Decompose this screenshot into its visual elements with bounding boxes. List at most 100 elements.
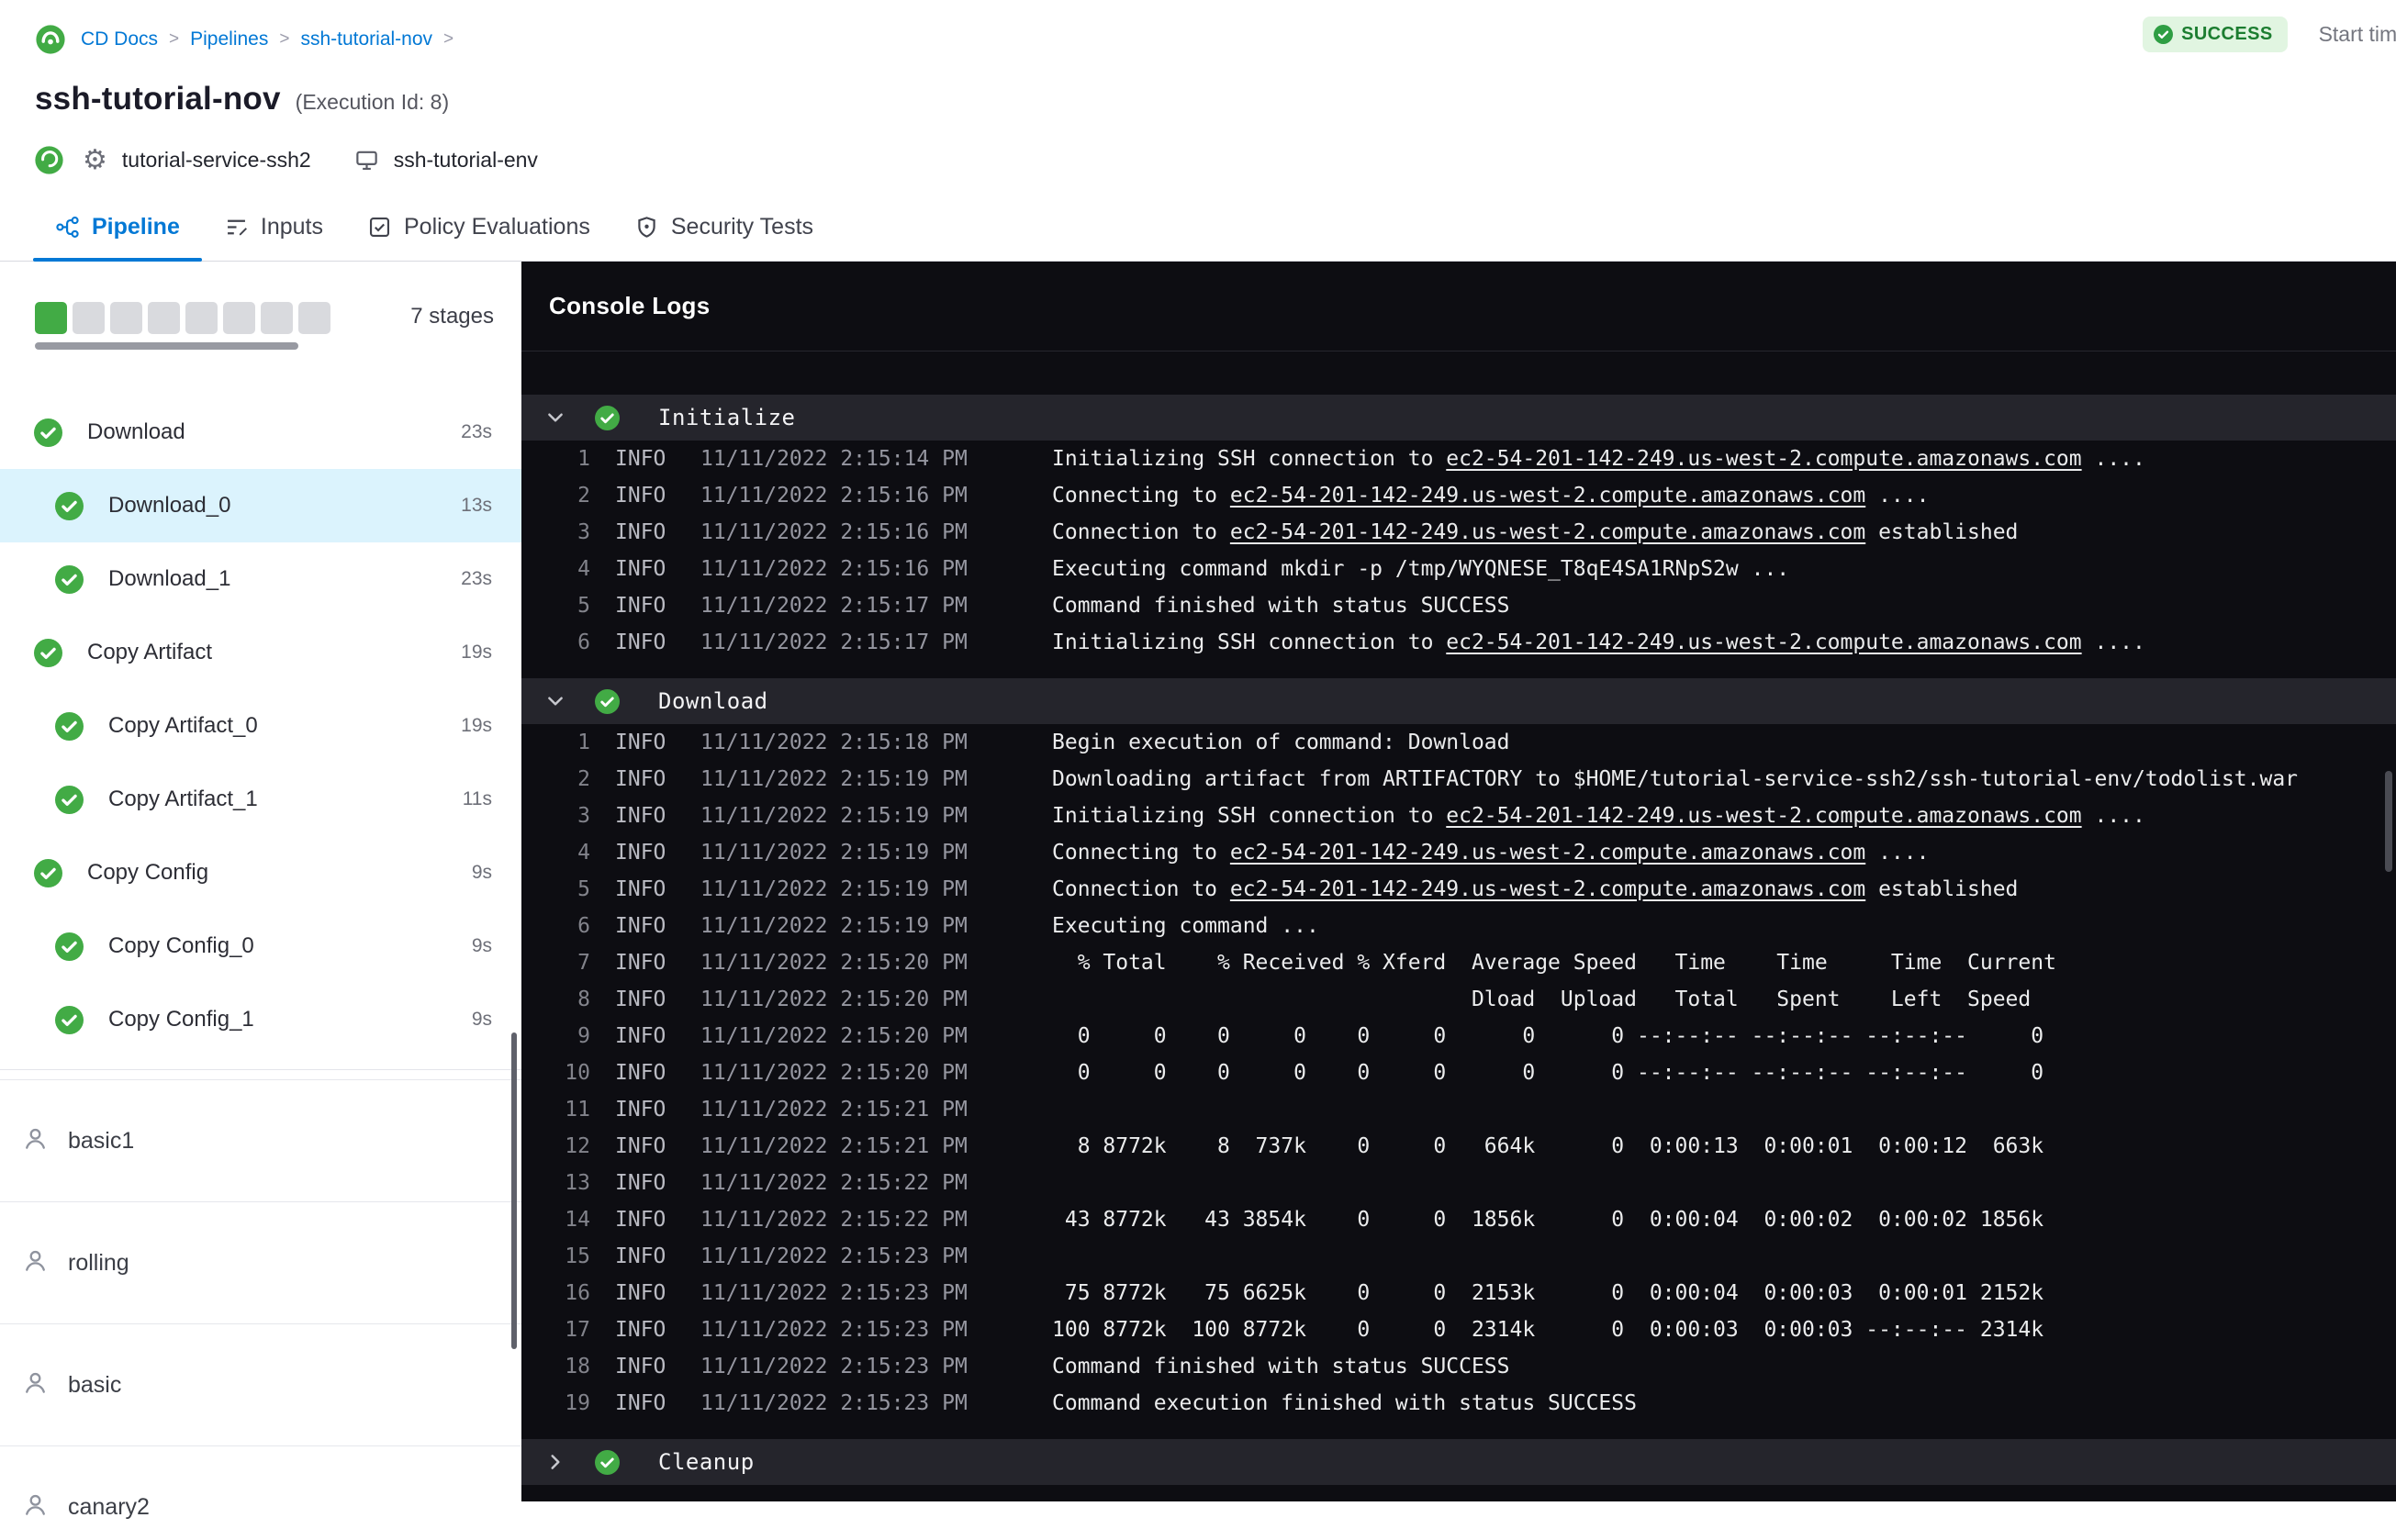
stage-item-download[interactable]: Download 23s xyxy=(0,396,521,469)
success-check-icon xyxy=(565,405,620,430)
log-link[interactable]: ec2-54-201-142-249.us-west-2.compute.ama… xyxy=(1446,804,2081,828)
log-line: 8 INFO 11/11/2022 2:15:20 PM Dload Upload … xyxy=(521,981,2396,1018)
log-line: 6 INFO 11/11/2022 2:15:17 PM Initializing S… xyxy=(521,624,2396,661)
log-line-number: 1 xyxy=(577,447,590,471)
log-level: INFO xyxy=(615,767,666,791)
log-section-header-cleanup[interactable]: Cleanup xyxy=(521,1439,2396,1485)
log-message: Initializing SSH connection to ec2-54-20… xyxy=(1052,631,2145,654)
log-line: 19 INFO 11/11/2022 2:15:23 PM Command execu… xyxy=(521,1385,2396,1422)
log-level: INFO xyxy=(615,1281,666,1305)
log-line: 13 INFO 11/11/2022 2:15:22 PM xyxy=(521,1165,2396,1201)
log-level: INFO xyxy=(615,877,666,901)
chevron-right-icon[interactable] xyxy=(545,1452,565,1472)
success-check-icon xyxy=(565,688,620,714)
stage-item-rolling[interactable]: rolling xyxy=(0,1201,521,1323)
log-link[interactable]: ec2-54-201-142-249.us-west-2.compute.ama… xyxy=(1230,484,1865,508)
log-link[interactable]: ec2-54-201-142-249.us-west-2.compute.ama… xyxy=(1446,447,2081,471)
chevron-down-icon[interactable] xyxy=(545,407,565,428)
log-message: Initializing SSH connection to ec2-54-20… xyxy=(1052,447,2145,471)
stage-item-download-1[interactable]: Download_1 23s xyxy=(0,542,521,616)
success-check-icon xyxy=(34,638,62,667)
stage-item-copy-config-1[interactable]: Copy Config_1 9s xyxy=(0,983,521,1056)
tab-pipeline[interactable]: Pipeline xyxy=(33,214,202,262)
stage-label: Download_0 xyxy=(108,493,231,518)
stage-item-canary2[interactable]: canary2 xyxy=(0,1445,521,1540)
stage-duration: 19s xyxy=(461,642,492,663)
stage-label: basic xyxy=(68,1371,122,1398)
log-link[interactable]: ec2-54-201-142-249.us-west-2.compute.ama… xyxy=(1446,631,2081,654)
log-timestamp: 11/11/2022 2:15:20 PM xyxy=(700,1061,968,1085)
log-link[interactable]: ec2-54-201-142-249.us-west-2.compute.ama… xyxy=(1230,520,1865,544)
chevron-down-icon[interactable] xyxy=(545,691,565,711)
stage-duration: 11s xyxy=(462,788,492,809)
log-timestamp: 11/11/2022 2:15:20 PM xyxy=(700,988,968,1011)
stage-item-copy-artifact[interactable]: Copy Artifact 19s xyxy=(0,616,521,689)
stage-item-download-0[interactable]: Download_0 13s xyxy=(0,469,521,542)
stage-progress-segment[interactable] xyxy=(110,302,142,334)
log-line-number: 16 xyxy=(565,1281,590,1305)
stage-progress-segment[interactable] xyxy=(73,302,105,334)
log-line: 6 INFO 11/11/2022 2:15:19 PM Executing comm… xyxy=(521,908,2396,944)
stage-type-icon xyxy=(22,1369,49,1401)
log-line: 2 INFO 11/11/2022 2:15:19 PM Downloading ar… xyxy=(521,761,2396,798)
gear-icon[interactable]: ⚙ xyxy=(83,146,107,174)
stage-progress-segment[interactable] xyxy=(185,302,218,334)
tab-label: Pipeline xyxy=(92,214,180,240)
success-check-icon xyxy=(34,418,62,447)
log-line: 4 INFO 11/11/2022 2:15:19 PM Connecting to … xyxy=(521,834,2396,871)
log-line-number: 18 xyxy=(565,1355,590,1378)
stage-item-copy-artifact-0[interactable]: Copy Artifact_0 19s xyxy=(0,689,521,763)
inputs-icon xyxy=(227,219,247,236)
stage-progress-bar[interactable] xyxy=(35,342,298,350)
sidebar-scrollbar[interactable] xyxy=(511,1032,517,1349)
breadcrumb-link-pipelines[interactable]: Pipelines xyxy=(190,28,268,50)
stage-progress-segment[interactable] xyxy=(298,302,330,334)
log-section-header-initialize[interactable]: Initialize xyxy=(521,395,2396,441)
stage-type-icon xyxy=(22,1247,49,1278)
stage-duration: 9s xyxy=(471,1009,492,1030)
log-timestamp: 11/11/2022 2:15:14 PM xyxy=(700,447,968,471)
stage-progress-segment[interactable] xyxy=(148,302,180,334)
stage-item-copy-artifact-1[interactable]: Copy Artifact_1 11s xyxy=(0,763,521,836)
log-section-download: Download 1 INFO 11/11/2022 2:15:18 PM Begin … xyxy=(521,678,2396,1422)
tab-inputs[interactable]: Inputs xyxy=(202,214,345,261)
service-name[interactable]: tutorial-service-ssh2 xyxy=(122,148,311,173)
stage-duration: 23s xyxy=(461,568,492,589)
tab-policy-evaluations[interactable]: Policy Evaluations xyxy=(345,214,612,261)
stage-progress-segment[interactable] xyxy=(35,302,67,334)
log-line-number: 6 xyxy=(577,631,590,654)
stage-item-basic[interactable]: basic xyxy=(0,1323,521,1445)
log-timestamp: 11/11/2022 2:15:20 PM xyxy=(700,951,968,975)
stage-count-label: 7 stages xyxy=(410,304,494,329)
stage-item-copy-config[interactable]: Copy Config 9s xyxy=(0,836,521,909)
stage-label: basic1 xyxy=(68,1127,135,1154)
log-message: Dload Upload Total Spent Left Speed xyxy=(1052,988,2032,1011)
log-lines: 1 INFO 11/11/2022 2:15:14 PM Initializing S… xyxy=(521,441,2396,661)
page-title: ssh-tutorial-nov xyxy=(35,81,281,117)
stage-item-basic1[interactable]: basic1 xyxy=(0,1079,521,1201)
log-section-header-download[interactable]: Download xyxy=(521,678,2396,724)
stage-progress-segment[interactable] xyxy=(223,302,255,334)
log-link[interactable]: ec2-54-201-142-249.us-west-2.compute.ama… xyxy=(1230,841,1865,865)
log-level: INFO xyxy=(615,841,666,865)
log-line-number: 10 xyxy=(565,1061,590,1085)
stage-label: Download_1 xyxy=(108,566,231,591)
breadcrumb-link-pipeline-name[interactable]: ssh-tutorial-nov xyxy=(300,28,432,50)
log-link[interactable]: ec2-54-201-142-249.us-west-2.compute.ama… xyxy=(1230,877,1865,901)
log-timestamp: 11/11/2022 2:15:19 PM xyxy=(700,767,968,791)
log-timestamp: 11/11/2022 2:15:18 PM xyxy=(700,731,968,754)
success-check-icon xyxy=(55,491,84,520)
breadcrumb-link-cd-docs[interactable]: CD Docs xyxy=(81,28,158,50)
stage-label: Copy Config_1 xyxy=(108,1007,254,1032)
log-message: Executing command ... xyxy=(1052,914,1319,938)
environment-name[interactable]: ssh-tutorial-env xyxy=(394,148,538,173)
environment-icon xyxy=(355,151,377,171)
log-line-number: 19 xyxy=(565,1391,590,1415)
start-time-label: Start time xyxy=(2318,22,2396,46)
stage-item-copy-config-0[interactable]: Copy Config_0 9s xyxy=(0,909,521,983)
success-check-icon xyxy=(2154,25,2174,44)
stage-progress-segment[interactable] xyxy=(261,302,293,334)
log-section-cleanup: Cleanup xyxy=(521,1439,2396,1485)
console-scrollbar[interactable] xyxy=(2385,771,2392,872)
tab-security-tests[interactable]: Security Tests xyxy=(612,214,835,261)
